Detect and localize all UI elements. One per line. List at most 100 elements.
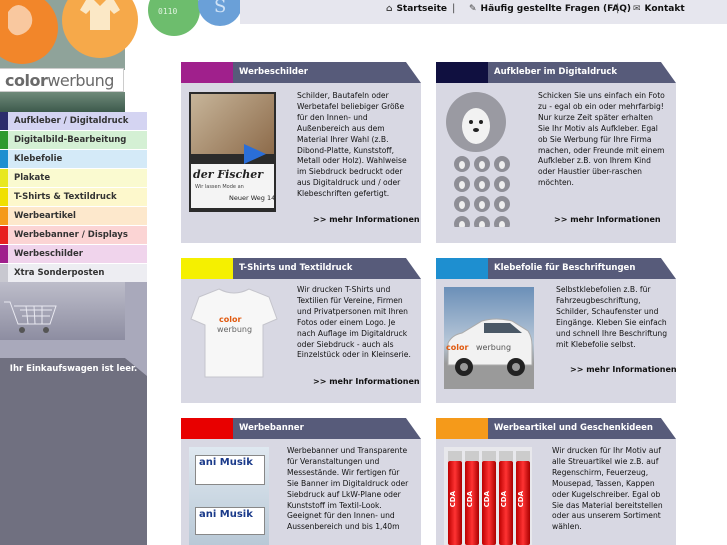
menu-item[interactable]: Plakate	[0, 169, 147, 188]
menu-item[interactable]: Digitalbild-Bearbeitung	[0, 131, 147, 150]
menu-color-bar	[0, 245, 8, 263]
card-header: Aufkleber im Digitaldruck	[436, 62, 676, 83]
lighter-label: CDA	[466, 491, 474, 508]
lighter-label: CDA	[500, 491, 508, 508]
svg-text:0110: 0110	[158, 7, 177, 16]
sign-image[interactable]: der Fischer Wir lassen Mode an Neuer Weg…	[189, 92, 276, 212]
card-header: Klebefolie für Beschriftungen	[436, 258, 676, 279]
cart-status-area	[0, 358, 147, 545]
card-body: color werbung Selbstklebefolien z.B. für…	[436, 279, 677, 403]
lighter-cap	[448, 451, 462, 461]
shirt-logo-werbung: werbung	[217, 325, 253, 334]
logo-image-strip	[0, 92, 125, 112]
menu-color-bar	[0, 264, 8, 282]
menu-item-label: Digitalbild-Bearbeitung	[14, 135, 127, 145]
menu-item-label: Klebefolie	[14, 154, 63, 164]
car-logo-werbung: werbung	[476, 343, 512, 352]
card-body: color werbung Wir drucken T-Shirts und T…	[181, 279, 421, 403]
more-info-link[interactable]: >> mehr Informationen	[313, 215, 420, 224]
banner-2-text: ani Musik	[199, 509, 253, 520]
nav-faq-link[interactable]: ✎ Häufig gestellte Fragen (FAQ)	[469, 4, 631, 14]
lighter-cap	[499, 451, 513, 461]
nav-separator: |	[616, 3, 620, 14]
card-title: Werbebanner	[239, 423, 304, 433]
card-body: Schicken Sie uns einfach ein Foto zu - e…	[436, 83, 676, 243]
more-info-link[interactable]: >> mehr Informationen	[313, 377, 420, 386]
card-description: Werbebanner und Transparente für Veranst…	[287, 446, 409, 532]
card-title: Klebefolie für Beschriftungen	[494, 263, 636, 273]
menu-item-label: Werbeschilder	[14, 249, 83, 259]
nav-separator: |	[452, 3, 456, 14]
menu-item-label: T-Shirts & Textildruck	[14, 192, 117, 202]
more-info-link[interactable]: >> mehr Informationen	[570, 365, 677, 374]
lighter: CDA	[499, 451, 513, 545]
menu-item[interactable]: Aufkleber / Digitaldruck	[0, 112, 147, 131]
card-header: T-Shirts und Textildruck	[181, 258, 421, 279]
card-description: Selbstklebefolien z.B. für Fahrzeugbesch…	[556, 285, 668, 349]
menu-item[interactable]: Werbeschilder	[0, 245, 147, 264]
menu-color-bar	[0, 169, 8, 187]
menu-color-bar	[0, 207, 8, 225]
card-color-swatch	[436, 258, 488, 279]
lighter-label: CDA	[517, 491, 525, 508]
menu-item-label: Aufkleber / Digitaldruck	[14, 116, 129, 126]
menu-item-label: Werbebanner / Displays	[14, 230, 128, 240]
card-title: Aufkleber im Digitaldruck	[494, 67, 618, 77]
menu-item[interactable]: Klebefolie	[0, 150, 147, 169]
more-info-link[interactable]: >> mehr Informationen	[554, 215, 661, 224]
card-title: Werbeartikel und Geschenkideen	[494, 423, 653, 433]
card-color-swatch	[436, 418, 488, 439]
card-body: CDA CDA CDA CDA CDA Wir drucken für Ihr Moti…	[436, 439, 676, 545]
lighter-cap	[465, 451, 479, 461]
shirt-logo-color: color	[219, 315, 242, 324]
card-color-swatch	[436, 62, 488, 83]
card-color-swatch	[181, 62, 233, 83]
card-header: Werbeschilder	[181, 62, 421, 83]
sign-subtitle: Wir lassen Mode an	[195, 184, 244, 190]
tshirt-image[interactable]: color werbung	[189, 285, 279, 385]
card-description: Wir drucken für Ihr Motiv auf alle Streu…	[552, 446, 663, 532]
menu-item[interactable]: Werbebanner / Displays	[0, 226, 147, 245]
cart-status-text: Ihr Einkaufswagen ist leer.	[9, 364, 138, 374]
lighter: CDA	[482, 451, 496, 545]
shopping-cart-icon	[4, 301, 57, 333]
category-menu: Aufkleber / Digitaldruck Digitalbild-Bear…	[0, 112, 147, 283]
car-image[interactable]: color werbung	[444, 287, 534, 389]
card-header: Werbeartikel und Geschenkideen	[436, 418, 676, 439]
card-body: der Fischer Wir lassen Mode an Neuer Weg…	[181, 83, 421, 243]
lighter: CDA	[465, 451, 479, 545]
tshirt-graphic	[190, 288, 278, 378]
sign-address: Neuer Weg 14	[229, 194, 276, 202]
menu-item[interactable]: Werbeartikel	[0, 207, 147, 226]
nav-contact-link[interactable]: ✉ Kontakt	[633, 4, 685, 14]
header-graphic: 0110 S	[0, 0, 240, 70]
menu-color-bar	[0, 226, 8, 244]
menu-color-bar	[0, 150, 8, 168]
card-color-swatch	[181, 418, 233, 439]
lighters-image[interactable]: CDA CDA CDA CDA CDA	[444, 447, 532, 545]
sticker-image[interactable]	[444, 92, 519, 227]
cart-image	[0, 282, 125, 340]
lighter-label: CDA	[449, 491, 457, 508]
menu-item[interactable]: T-Shirts & Textildruck	[0, 188, 147, 207]
site-logo[interactable]: colorwerbung	[0, 68, 124, 92]
lighter: CDA	[516, 451, 530, 545]
nav-contact-label: Kontakt	[644, 4, 685, 14]
question-icon: ✎	[469, 4, 477, 14]
lighter: CDA	[448, 451, 462, 545]
lighter-label: CDA	[483, 491, 491, 508]
sign-name: der Fischer	[193, 168, 263, 181]
menu-item[interactable]: Xtra Sonderposten	[0, 264, 147, 283]
logo-color-text: color	[5, 71, 48, 90]
menu-color-bar	[0, 188, 8, 206]
car-logo-color: color	[446, 343, 469, 352]
banner-image[interactable]: ani Musik ani Musik	[189, 447, 269, 545]
svg-text:S: S	[214, 0, 226, 17]
card-description: Schicken Sie uns einfach ein Foto zu - e…	[538, 91, 665, 188]
menu-item-label: Werbeartikel	[14, 211, 76, 221]
logo-werbung-text: werbung	[47, 71, 114, 90]
mail-icon: ✉	[633, 4, 641, 14]
nav-home-link[interactable]: ⌂ Startseite	[386, 4, 447, 14]
lighter-cap	[516, 451, 530, 461]
card-description: Schilder, Bautafeln oder Werbetafel beli…	[297, 91, 407, 199]
